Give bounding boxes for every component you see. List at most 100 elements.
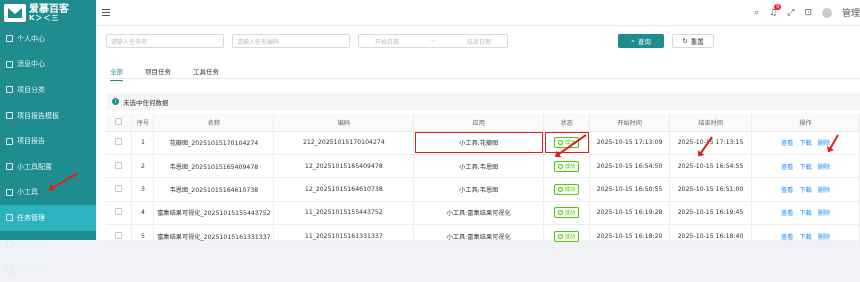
row-app-text: 小工具:韦恩图	[459, 163, 499, 171]
table-row[interactable]: 5 富集结果可视化_20251015161331337 11_20251015161…	[106, 224, 860, 249]
row-end: 2025-10-15 16:54:55	[669, 154, 753, 179]
row-checkbox[interactable]	[115, 138, 123, 146]
row-status: 成功	[543, 177, 591, 202]
tab-divider	[106, 78, 860, 79]
view-link[interactable]: 查看	[781, 162, 793, 171]
delete-link[interactable]: 删除	[818, 162, 830, 171]
main-content: 请输入任务名 请输入任务编码 开始日期 ~ 结束日期 ⌕ 查询 ↻ 重置 全部 项目…	[96, 26, 860, 249]
row-app: 小工具:韦恩图	[413, 177, 545, 202]
view-link[interactable]: 查看	[781, 138, 793, 147]
row-checkbox[interactable]	[115, 184, 123, 192]
row-ops: 查看 下载 删除	[751, 154, 860, 179]
row-no: 4	[131, 201, 155, 226]
user-name[interactable]: 管理	[842, 6, 860, 19]
task-name-input[interactable]: 请输入任务名	[106, 34, 224, 48]
row-name: 富集结果可视化_20251015155443752	[153, 201, 275, 226]
row-ops: 查看 下载 删除	[751, 201, 860, 226]
header-name: 名称	[153, 114, 275, 132]
row-no: 2	[131, 154, 155, 179]
sidebar-item[interactable]: 个人中心	[0, 26, 96, 52]
date-range-input[interactable]: 开始日期 ~ 结束日期	[358, 34, 508, 48]
message-icon	[6, 60, 13, 68]
sidebar-item[interactable]: 小工具	[0, 180, 96, 206]
row-code: 12_20251015164610738	[273, 177, 415, 202]
table-row[interactable]: 1 花瓣图_20251015170104274 212_20251015170104…	[106, 131, 860, 155]
row-select-cell[interactable]	[106, 131, 133, 155]
filter-bar: 请输入任务名 请输入任务编码 开始日期 ~ 结束日期 ⌕ 查询 ↻ 重置	[106, 34, 714, 48]
notification-icon[interactable]: ♫ 9	[769, 3, 782, 18]
row-select-cell[interactable]	[106, 224, 133, 249]
query-button[interactable]: ⌕ 查询	[618, 34, 664, 48]
check-circle-icon	[558, 140, 564, 146]
row-app: 小工具:花瓣图	[413, 131, 545, 155]
header-no: 序号	[131, 114, 155, 132]
row-status: 成功	[543, 224, 591, 249]
config-icon	[6, 163, 13, 171]
reset-button[interactable]: ↻ 重置	[672, 34, 714, 48]
row-app: 小工具:韦恩图	[413, 154, 545, 179]
sidebar-item-label: 小工具配置	[17, 162, 52, 171]
select-all-cell[interactable]	[106, 114, 133, 132]
sidebar-item[interactable]: 消息中心	[0, 52, 96, 78]
select-all-checkbox[interactable]	[115, 117, 123, 125]
status-badge: 成功	[554, 160, 580, 172]
row-select-cell[interactable]	[106, 201, 133, 226]
sidebar-item[interactable]: 小工具配置	[0, 154, 96, 180]
row-end: 2025-10-15 17:13:15	[669, 131, 753, 155]
sidebar-item[interactable]: 项目报告模板	[0, 103, 96, 129]
query-label: 查询	[637, 38, 651, 46]
view-link[interactable]: 查看	[781, 232, 793, 241]
row-app: 小工具:富集结果可视化	[413, 224, 545, 249]
row-code: 12_20251015165409478	[273, 154, 415, 179]
download-link[interactable]: 下载	[799, 138, 811, 147]
search-icon[interactable]: ⌕	[754, 8, 759, 18]
view-link[interactable]: 查看	[781, 185, 793, 194]
table-row[interactable]: 3 韦恩图_20251015164610738 12_202510151646107…	[106, 177, 860, 202]
status-badge: 成功	[554, 230, 580, 242]
header-end: 结束时间	[669, 114, 753, 132]
menu-toggle-icon[interactable]	[102, 9, 110, 16]
header-code: 编码	[273, 114, 415, 132]
start-date: 开始日期	[374, 38, 399, 46]
row-checkbox[interactable]	[115, 161, 123, 169]
row-select-cell[interactable]	[106, 177, 133, 202]
table-row[interactable]: 2 韦恩图_20251015165409478 12_202510151654094…	[106, 154, 860, 179]
sidebar-item[interactable]: 项目报告	[0, 128, 96, 154]
row-end: 2025-10-15 16:19:45	[669, 201, 753, 226]
row-ops: 查看 下载 删除	[751, 224, 860, 249]
fullscreen-icon[interactable]: ⤢	[787, 8, 794, 18]
sidebar-item[interactable]: 项目分类	[0, 77, 96, 103]
download-link[interactable]: 下载	[799, 208, 811, 217]
delete-link[interactable]: 删除	[818, 185, 830, 194]
delete-link[interactable]: 删除	[818, 232, 830, 241]
sidebar-item[interactable]: 帮助文档	[0, 256, 96, 282]
logo-icon	[4, 4, 26, 22]
row-checkbox[interactable]	[115, 231, 123, 239]
help-icon	[6, 265, 13, 273]
date-separator: ~	[430, 37, 436, 45]
delete-link[interactable]: 删除	[818, 208, 830, 217]
status-text: 成功	[565, 186, 576, 193]
status-text: 成功	[565, 163, 576, 170]
row-checkbox[interactable]	[115, 208, 123, 216]
table-row[interactable]: 4 富集结果可视化_20251015155443752 11_20251015155…	[106, 201, 860, 226]
sidebar-item[interactable]: 任务管理	[0, 205, 96, 231]
user-avatar[interactable]	[821, 7, 832, 18]
row-code: 212_20251015170104274	[273, 131, 415, 155]
task-code-input[interactable]: 请输入任务编码	[232, 34, 350, 48]
download-link[interactable]: 下载	[799, 185, 811, 194]
download-link[interactable]: 下载	[799, 162, 811, 171]
logo-title: 爱慕百客	[29, 3, 69, 15]
row-app: 小工具:富集结果可视化	[413, 201, 545, 226]
view-link[interactable]: 查看	[781, 208, 793, 217]
end-date: 结束日期	[467, 38, 492, 46]
row-select-cell[interactable]	[106, 154, 133, 179]
status-badge: 成功	[554, 183, 580, 195]
row-status: 成功	[543, 154, 591, 179]
download-link[interactable]: 下载	[799, 232, 811, 241]
sidebar-item[interactable]: 数据中心	[0, 231, 96, 257]
category-icon	[6, 86, 13, 94]
user-icon	[6, 35, 13, 43]
row-app-text: 小工具:花瓣图	[459, 140, 499, 148]
lock-icon[interactable]: ⊡	[804, 8, 812, 18]
